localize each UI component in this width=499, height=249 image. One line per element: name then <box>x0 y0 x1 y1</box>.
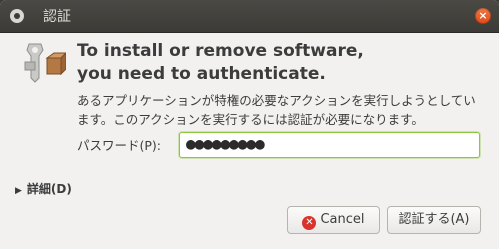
auth-dialog-window: 認証 × To install or remove software, you … <box>0 0 499 249</box>
close-icon[interactable]: × <box>475 8 491 24</box>
dialog-heading: To install or remove software, you need … <box>77 40 364 86</box>
window-title: 認証 <box>43 9 71 25</box>
window-app-icon <box>10 9 24 23</box>
keys-package-icon <box>24 43 66 83</box>
authenticate-button[interactable]: 認証する(A) <box>387 206 481 234</box>
password-field[interactable]: ●●●●●●●●● <box>179 132 480 158</box>
password-label: パスワード(P): <box>77 138 162 153</box>
authenticate-button-label: 認証する(A) <box>398 212 470 227</box>
details-label: 詳細(D) <box>26 182 72 196</box>
dialog-description: あるアプリケーションが特権の必要なアクションを実行しようとしています。このアクシ… <box>77 93 476 127</box>
titlebar: 認証 × <box>0 0 499 33</box>
expander-arrow-icon: ▶ <box>15 186 22 196</box>
cancel-button[interactable]: ✕ Cancel <box>287 206 380 234</box>
heading-line-2: you need to authenticate. <box>77 64 326 84</box>
details-expander[interactable]: ▶ 詳細(D) <box>15 180 72 197</box>
cancel-button-label: Cancel <box>320 212 365 227</box>
heading-line-1: To install or remove software, <box>77 41 364 61</box>
cancel-icon: ✕ <box>302 216 317 230</box>
